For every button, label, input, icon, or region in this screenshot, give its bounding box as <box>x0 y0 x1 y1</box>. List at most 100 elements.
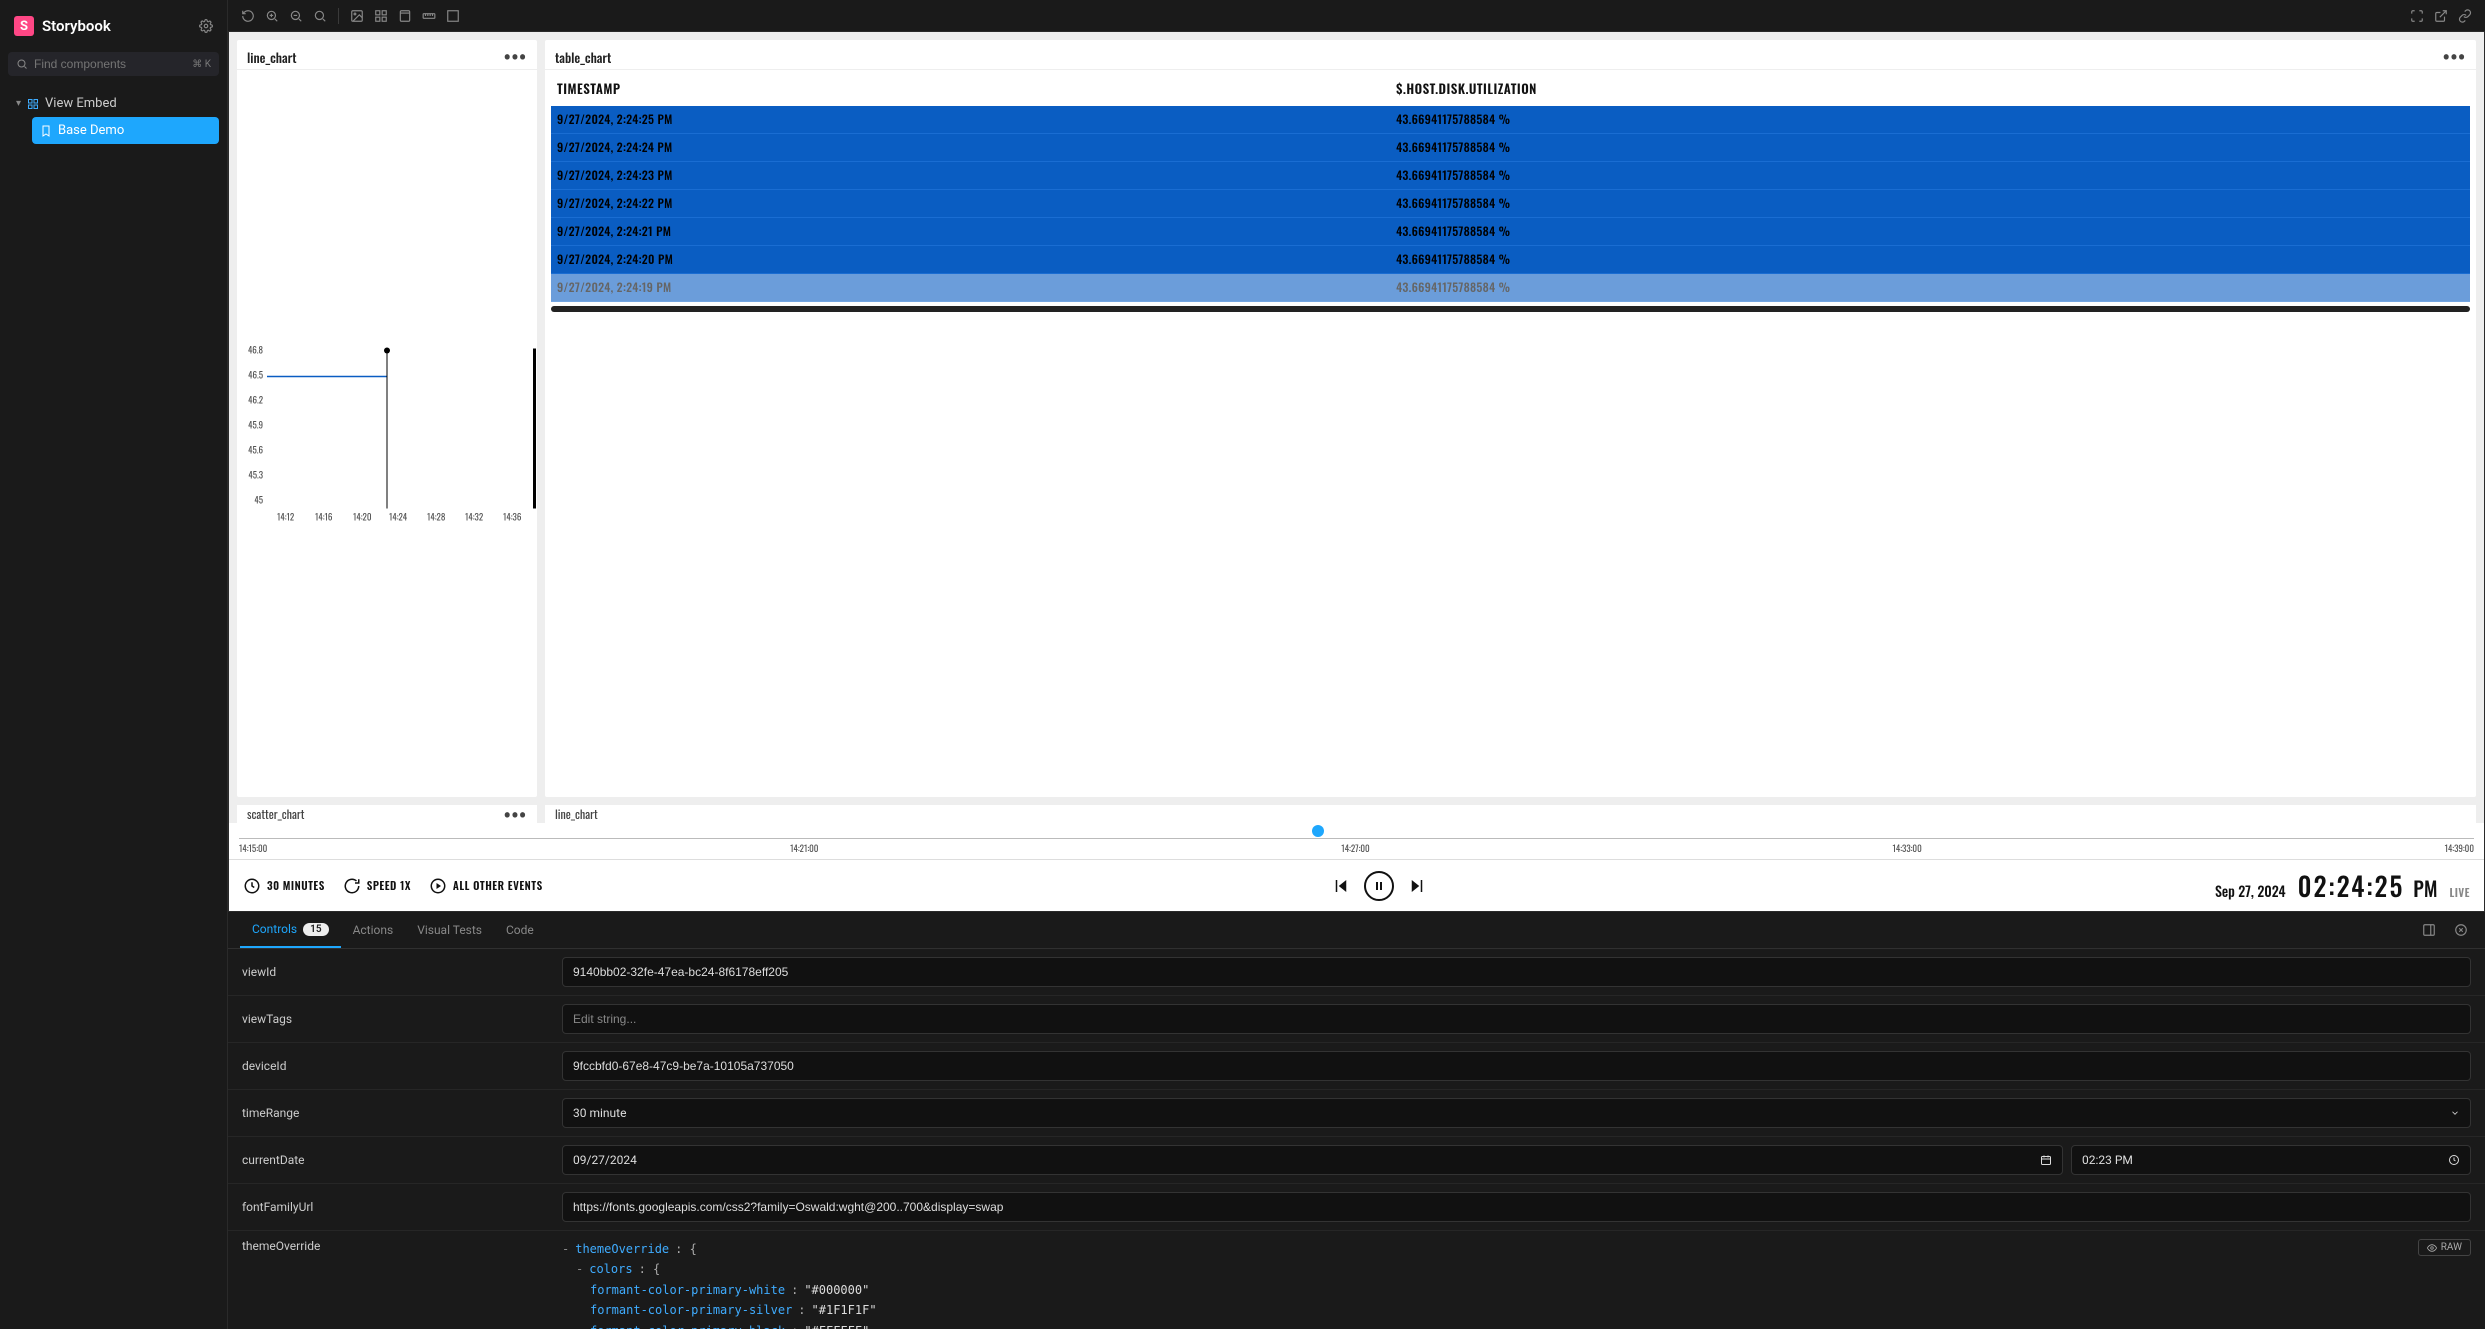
svg-text:46.8: 46.8 <box>248 343 264 357</box>
outline-icon[interactable] <box>441 4 465 28</box>
storybook-logo: S <box>14 16 34 36</box>
addons-panel: Controls 15 Actions Visual Tests Code vi… <box>228 911 2485 1329</box>
svg-text:14:36: 14:36 <box>503 510 522 524</box>
brand: S Storybook <box>8 12 219 52</box>
control-select-timerange[interactable]: 30 minute <box>562 1098 2471 1128</box>
chevron-down-icon <box>2450 1108 2460 1118</box>
svg-text:14:20: 14:20 <box>353 510 372 524</box>
timeline[interactable]: 14:15:00 14:21:00 14:27:00 14:33:00 14:3… <box>229 823 2484 859</box>
background-icon[interactable] <box>345 4 369 28</box>
events-button[interactable]: ALL OTHER EVENTS <box>429 877 543 895</box>
control-label-currentdate: currentDate <box>242 1153 562 1167</box>
range-button[interactable]: 30 MINUTES <box>243 877 325 895</box>
table-row[interactable]: 9/27/2024, 2:24:24 PM43.66941175788584 % <box>551 134 2470 162</box>
grid-icon[interactable] <box>369 4 393 28</box>
search-input-wrapper[interactable]: ⌘ K <box>8 52 219 76</box>
control-input-viewtags[interactable] <box>562 1004 2471 1034</box>
addon-tabs: Controls 15 Actions Visual Tests Code <box>228 912 2485 949</box>
control-label-timerange: timeRange <box>242 1106 562 1120</box>
gear-icon[interactable] <box>199 19 213 33</box>
sidebar: S Storybook ⌘ K ▾ View Embed Base Demo <box>0 0 228 1329</box>
col-value: $.HOST.DISK.UTILIZATION <box>1396 78 2464 98</box>
bookmark-icon <box>40 125 52 137</box>
skip-forward-icon <box>429 877 447 895</box>
clock-icon <box>2448 1154 2460 1166</box>
control-bar: 30 MINUTES SPEED 1X ALL OTHER EVENTS <box>229 859 2484 911</box>
panel-title: line_chart <box>555 806 598 823</box>
raw-button[interactable]: RAW <box>2418 1239 2471 1256</box>
remount-icon[interactable] <box>236 4 260 28</box>
tab-actions[interactable]: Actions <box>341 913 406 947</box>
svg-text:45.9: 45.9 <box>248 418 263 432</box>
preview-canvas: line_chart ••• 46.8 46.5 46.2 45.9 45.6 <box>228 32 2485 911</box>
calendar-icon <box>2040 1154 2052 1166</box>
close-icon[interactable] <box>2449 918 2473 942</box>
fullscreen-icon[interactable] <box>2405 4 2429 28</box>
table-scrollbar[interactable] <box>551 306 2470 312</box>
panel-title: scatter_chart <box>247 806 304 823</box>
skip-forward-icon[interactable] <box>1408 877 1426 895</box>
viewport-icon[interactable] <box>393 4 417 28</box>
copy-link-icon[interactable] <box>2453 4 2477 28</box>
control-input-deviceid[interactable] <box>562 1051 2471 1081</box>
control-input-viewid[interactable] <box>562 957 2471 987</box>
control-label-themeoverride: themeOverride <box>242 1239 562 1253</box>
table-row[interactable]: 9/27/2024, 2:24:23 PM43.66941175788584 % <box>551 162 2470 190</box>
timeline-ticks: 14:15:00 14:21:00 14:27:00 14:33:00 14:3… <box>239 839 2474 857</box>
tree-item-base-demo[interactable]: Base Demo <box>32 117 219 144</box>
svg-text:14:16: 14:16 <box>315 510 333 524</box>
tab-code[interactable]: Code <box>494 913 546 947</box>
table-row[interactable]: 9/27/2024, 2:24:20 PM43.66941175788584 % <box>551 246 2470 274</box>
tree-label: View Embed <box>45 96 117 111</box>
table-header: TIMESTAMP $.HOST.DISK.UTILIZATION <box>551 70 2470 106</box>
zoom-in-icon[interactable] <box>260 4 284 28</box>
tab-visual-tests[interactable]: Visual Tests <box>405 913 494 947</box>
svg-text:45.3: 45.3 <box>248 468 263 482</box>
truncated-panels: scatter_chart ••• line_chart <box>229 805 2484 823</box>
panel-title: table_chart <box>555 47 611 67</box>
svg-text:46.2: 46.2 <box>248 393 263 407</box>
pause-button[interactable] <box>1364 871 1394 901</box>
search-icon <box>16 58 28 70</box>
tree-label: Base Demo <box>58 123 124 138</box>
control-date-input[interactable]: 09/27/2024 <box>562 1145 2063 1175</box>
controls-count-badge: 15 <box>303 923 328 936</box>
table-row[interactable]: 9/27/2024, 2:24:19 PM43.66941175788584 % <box>551 274 2470 302</box>
control-time-input[interactable]: 02:23 PM <box>2071 1145 2471 1175</box>
search-shortcut: ⌘ K <box>192 59 211 70</box>
svg-text:14:24: 14:24 <box>389 510 408 524</box>
live-label[interactable]: LIVE <box>2449 885 2470 901</box>
svg-text:14:12: 14:12 <box>277 510 294 524</box>
table-row[interactable]: 9/27/2024, 2:24:25 PM43.66941175788584 % <box>551 106 2470 134</box>
open-new-tab-icon[interactable] <box>2429 4 2453 28</box>
speed-button[interactable]: SPEED 1X <box>343 877 411 895</box>
panel-menu-icon[interactable]: ••• <box>504 46 527 67</box>
measure-icon[interactable] <box>417 4 441 28</box>
zoom-out-icon[interactable] <box>284 4 308 28</box>
panel-menu-icon[interactable]: ••• <box>2443 46 2466 67</box>
tree-item-view-embed[interactable]: ▾ View Embed <box>8 90 219 117</box>
clock-ampm: PM <box>2413 873 2437 903</box>
skip-back-icon[interactable] <box>1332 877 1350 895</box>
brand-name: Storybook <box>42 17 111 35</box>
addons-eject-icon[interactable] <box>2417 918 2441 942</box>
svg-text:45: 45 <box>254 493 263 507</box>
control-label-fontfamilyurl: fontFamilyUrl <box>242 1200 562 1214</box>
tab-controls[interactable]: Controls 15 <box>240 912 341 948</box>
panel-menu-icon[interactable]: ••• <box>504 804 527 825</box>
clock-time: 02:24:25 <box>2298 866 2405 905</box>
col-timestamp: TIMESTAMP <box>557 78 1396 98</box>
chevron-down-icon: ▾ <box>16 98 21 109</box>
control-label-viewtags: viewTags <box>242 1012 562 1026</box>
control-input-fontfamilyurl[interactable] <box>562 1192 2471 1222</box>
json-tree[interactable]: -themeOverride: { -colors: { formant-col… <box>562 1239 2418 1329</box>
control-label-viewid: viewId <box>242 965 562 979</box>
svg-text:14:32: 14:32 <box>465 510 483 524</box>
line-chart: 46.8 46.5 46.2 45.9 45.6 45.3 45 <box>237 70 537 797</box>
timeline-knob[interactable] <box>1312 825 1324 837</box>
table-row[interactable]: 9/27/2024, 2:24:22 PM43.66941175788584 % <box>551 190 2470 218</box>
search-input[interactable] <box>34 57 192 71</box>
zoom-reset-icon[interactable] <box>308 4 332 28</box>
table-row[interactable]: 9/27/2024, 2:24:21 PM43.66941175788584 % <box>551 218 2470 246</box>
toolbar <box>228 0 2485 32</box>
